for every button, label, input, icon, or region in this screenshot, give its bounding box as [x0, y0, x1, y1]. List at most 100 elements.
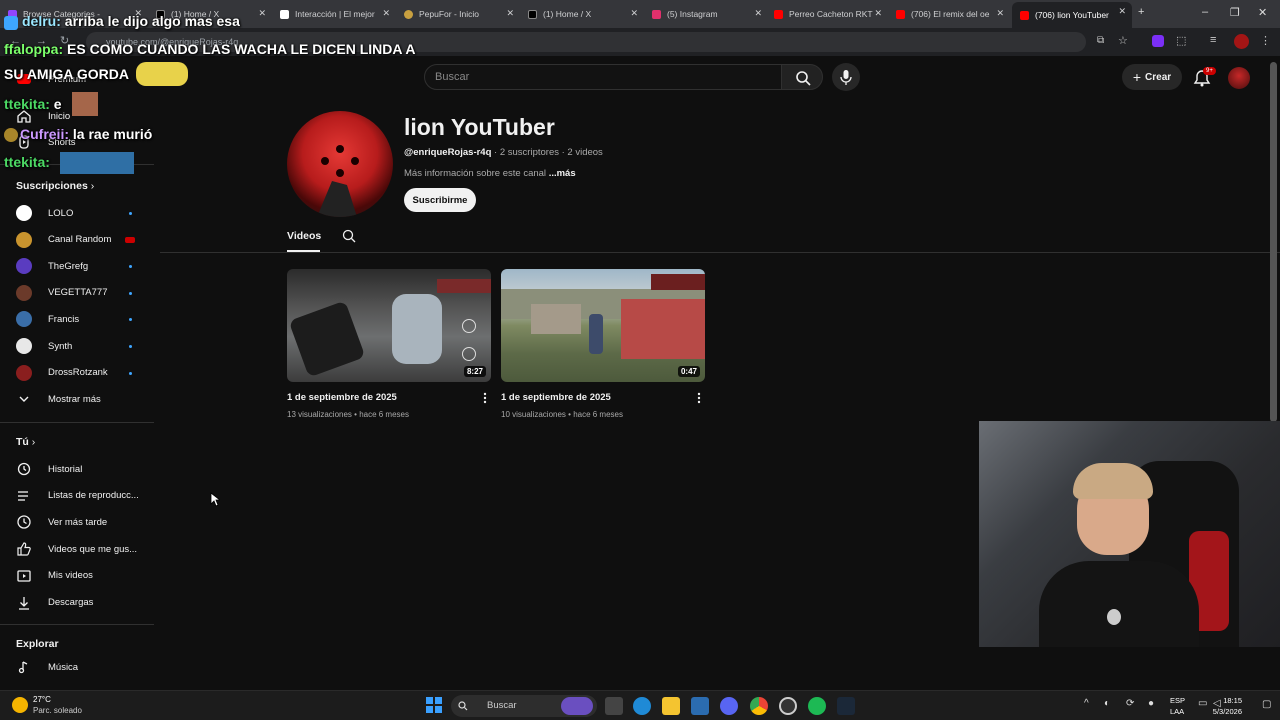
search-button[interactable]	[781, 64, 823, 90]
sidebar-subscription[interactable]: VEGETTA777	[0, 282, 154, 304]
reading-list-icon[interactable]: ≡	[1210, 34, 1216, 46]
sidebar-subscription[interactable]: TheGrefg	[0, 255, 154, 277]
input-language[interactable]: ESP	[1170, 696, 1185, 705]
chevron-right-icon: ›	[90, 180, 95, 192]
video-title[interactable]: 1 de septiembre de 2025	[287, 392, 397, 403]
search-highlight-icon	[561, 697, 593, 715]
close-icon[interactable]: ✕	[506, 8, 514, 19]
chat-username: ffaloppa:	[4, 41, 64, 57]
site-icon	[280, 9, 289, 19]
close-icon[interactable]: ✕	[382, 8, 390, 19]
notifications-icon[interactable]: ▢	[1262, 699, 1271, 710]
chevron-up-icon[interactable]: ^	[1084, 698, 1089, 709]
video-title[interactable]: 1 de septiembre de 2025	[501, 392, 611, 403]
chat-line: SU AMIGA GORDA	[4, 62, 188, 86]
browser-tab[interactable]: (1) Home / X ✕	[520, 4, 644, 24]
mic-icon[interactable]: ●	[1148, 698, 1154, 709]
clock-time[interactable]: 18:15	[1222, 696, 1242, 705]
more-link[interactable]: ...más	[549, 168, 576, 179]
sidebar-subscription[interactable]: DrossRotzank	[0, 362, 154, 384]
close-icon[interactable]: ✕	[258, 8, 266, 19]
show-more-button[interactable]: Mostrar más	[0, 388, 154, 410]
chat-message: la rae murió	[72, 126, 153, 142]
sidebar-subscription[interactable]: Francis	[0, 308, 154, 330]
close-icon[interactable]: ✕	[754, 8, 762, 19]
steam-icon[interactable]	[837, 697, 855, 715]
install-app-icon[interactable]: ⧉	[1097, 35, 1104, 46]
video-thumbnail[interactable]: 0:47	[501, 269, 705, 382]
bookmark-star-icon[interactable]: ☆	[1118, 34, 1128, 47]
browser-tab[interactable]: (5) Instagram ✕	[644, 4, 768, 24]
clock-date[interactable]: 5/3/2026	[1206, 707, 1242, 716]
more-options-icon[interactable]	[695, 391, 703, 405]
weather-sun-icon[interactable]	[12, 697, 28, 713]
maximize-icon[interactable]: ❐	[1230, 6, 1240, 19]
store-icon[interactable]	[691, 697, 709, 715]
extensions-puzzle-icon[interactable]: ⬚	[1176, 34, 1186, 47]
profile-avatar[interactable]	[1234, 34, 1249, 49]
create-button[interactable]: + Crear	[1122, 64, 1182, 90]
file-explorer-icon[interactable]	[662, 697, 680, 715]
channel-avatar-small	[16, 311, 32, 328]
channel-stats: · 2 suscriptores · 2 videos	[494, 147, 603, 158]
browser-tab[interactable]: Interacción | El mejor ✕	[272, 4, 396, 24]
new-tab-icon[interactable]: +	[1138, 6, 1144, 18]
chat-message: e	[53, 96, 62, 112]
search-input[interactable]: Buscar	[424, 64, 782, 90]
extension-icon[interactable]	[1152, 35, 1164, 47]
channel-description[interactable]: Más información sobre este canal ...más	[404, 168, 576, 179]
weather-temp[interactable]: 27°C	[33, 695, 51, 704]
channel-search-icon[interactable]	[341, 228, 357, 244]
video-views: 13 visualizaciones	[287, 410, 352, 419]
close-icon[interactable]: ✕	[874, 8, 882, 19]
app-icon[interactable]	[779, 697, 797, 715]
more-options-icon[interactable]	[481, 391, 489, 405]
browser-menu-icon[interactable]: ⋮	[1260, 34, 1271, 47]
browser-tab[interactable]: (706) El remix del oe ✕	[888, 4, 1010, 24]
spotify-icon[interactable]	[808, 697, 826, 715]
browser-tab-active[interactable]: (706) lion YouTuber ✕	[1012, 2, 1132, 28]
sidebar-item-playlist[interactable]: Listas de reproducc...	[0, 485, 154, 507]
chrome-icon[interactable]	[750, 697, 768, 715]
discord-icon[interactable]	[720, 697, 738, 715]
emote-image	[72, 92, 98, 116]
minimize-icon[interactable]: –	[1202, 6, 1208, 18]
channel-avatar[interactable]	[287, 111, 393, 217]
weather-desc[interactable]: Parc. soleado	[33, 706, 82, 715]
sidebar-subscription[interactable]: LOLO	[0, 202, 154, 224]
video-thumbnail[interactable]: 8:27	[287, 269, 491, 382]
browser-tab[interactable]: Perreo Cacheton RKT ✕	[766, 4, 888, 24]
you-heading[interactable]: Tú ›	[16, 436, 35, 448]
close-icon[interactable]: ✕	[1118, 6, 1126, 17]
close-window-icon[interactable]: ✕	[1258, 6, 1267, 19]
sync-icon[interactable]: ⟳	[1126, 698, 1134, 709]
sidebar-item-music[interactable]: Música	[0, 656, 154, 678]
sidebar-item-download[interactable]: Descargas	[0, 592, 154, 614]
tab-videos[interactable]: Videos	[287, 230, 321, 242]
task-view-icon[interactable]	[605, 697, 623, 715]
close-icon[interactable]: ✕	[630, 8, 638, 19]
sidebar-item-watch-later[interactable]: Ver más tarde	[0, 511, 154, 533]
sidebar-item-history[interactable]: Historial	[0, 458, 154, 480]
browser-tab[interactable]: PepuFor - Inicio ✕	[396, 4, 520, 24]
edge-icon[interactable]	[633, 697, 651, 715]
subscribe-button[interactable]: Suscribirme	[404, 188, 476, 212]
video-card[interactable]: 8:27 1 de septiembre de 2025 13 visualiz…	[287, 269, 491, 419]
close-icon[interactable]: ✕	[996, 8, 1004, 19]
sidebar-subscription[interactable]: Canal Random	[0, 229, 154, 251]
sidebar-item-like[interactable]: Videos que me gus...	[0, 538, 154, 560]
channel-avatar-small	[16, 338, 32, 354]
tray-app-icon[interactable]: ◐	[1104, 698, 1110, 709]
search-icon	[796, 71, 811, 86]
page-scrollbar[interactable]	[1270, 62, 1277, 422]
windows-start-icon[interactable]	[426, 697, 442, 713]
subscriptions-heading[interactable]: Suscripciones ›	[16, 180, 94, 192]
sidebar-subscription[interactable]: Synth	[0, 335, 154, 357]
voice-search-button[interactable]	[832, 63, 860, 91]
video-card[interactable]: 0:47 1 de septiembre de 2025 10 visualiz…	[501, 269, 705, 419]
account-avatar[interactable]	[1228, 67, 1250, 89]
chat-badge-icon	[4, 128, 18, 142]
sidebar-item-label: Listas de reproducc...	[48, 490, 139, 502]
sidebar-item-my-videos[interactable]: Mis videos	[0, 565, 154, 587]
input-layout[interactable]: LAA	[1170, 707, 1184, 716]
